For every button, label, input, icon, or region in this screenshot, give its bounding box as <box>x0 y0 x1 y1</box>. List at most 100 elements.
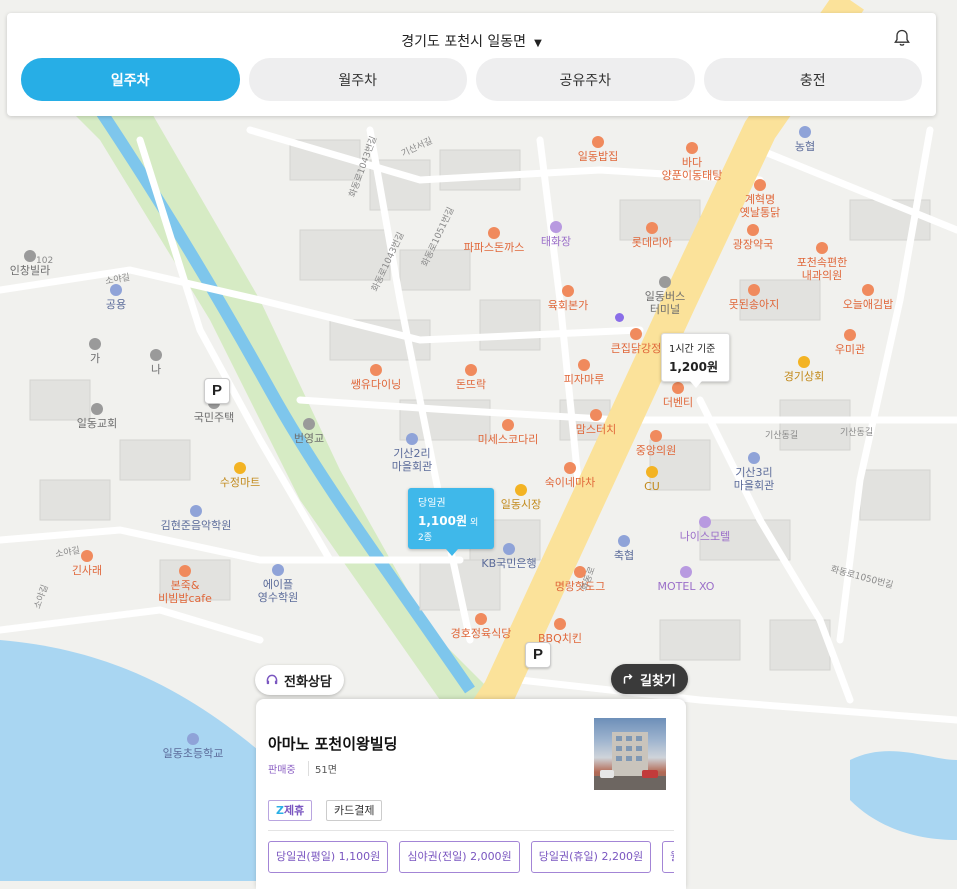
map-poi[interactable]: 태화장 <box>516 221 596 248</box>
poi-marker-icon <box>554 618 566 630</box>
map-poi[interactable]: 기산2리 마을회관 <box>372 433 452 473</box>
bubble-type: 1시간 기준 <box>669 344 716 355</box>
poi-marker-icon <box>862 284 874 296</box>
poi-marker-icon <box>564 462 576 474</box>
parking-lot-name: 아마노 포천이왕빌딩 <box>268 735 398 753</box>
map-poi[interactable]: 육회본가 <box>528 285 608 312</box>
tab-daily-parking[interactable]: 일주차 <box>21 58 240 101</box>
map-poi[interactable]: MOTEL XO <box>646 566 726 593</box>
map-poi[interactable]: 공용 <box>76 284 156 311</box>
poi-marker-icon <box>187 733 199 745</box>
call-consult-button[interactable]: 전화상담 <box>255 665 344 695</box>
map-poi[interactable]: 김현준음악학원 <box>156 505 236 532</box>
poi-marker-icon <box>680 566 692 578</box>
map-poi[interactable]: 피자마루 <box>544 359 624 386</box>
parking-marker[interactable]: P <box>204 378 230 404</box>
poi-label: 경호정육식당 <box>450 627 512 640</box>
poi-marker-icon <box>465 364 477 376</box>
poi-label: 축협 <box>613 549 635 562</box>
poi-marker-icon <box>578 359 590 371</box>
map-poi[interactable]: 수정마트 <box>200 462 280 489</box>
road-label: 기산동길 <box>765 431 799 441</box>
map-poi[interactable]: 에이플 영수학원 <box>238 564 318 604</box>
price-bubble[interactable]: 1시간 기준 1,200원 <box>661 333 730 388</box>
poi-label: MOTEL XO <box>657 580 715 593</box>
map-poi[interactable]: 일동교회 <box>57 403 137 430</box>
map-poi[interactable]: 일동초등학교 <box>153 733 233 760</box>
map-poi[interactable]: 농협 <box>765 126 845 153</box>
poi-label: 에이플 영수학원 <box>257 578 299 604</box>
map-poi[interactable]: 쌩유다이닝 <box>336 364 416 391</box>
tab-monthly-parking[interactable]: 월주차 <box>248 58 467 101</box>
poi-marker-icon <box>799 126 811 138</box>
parking-info-card[interactable]: 아마노 포천이왕빌딩 판매중 51면 Z제휴 카드결제 당일권(평일) 1,10… <box>256 699 686 889</box>
map-poi[interactable]: 나 <box>116 349 196 376</box>
tab-charging[interactable]: 충전 <box>703 58 922 101</box>
poi-marker-icon <box>503 543 515 555</box>
poi-label: 김현준음악학원 <box>160 519 232 532</box>
map-poi[interactable]: 바다 양푼이동태탕 <box>652 142 732 182</box>
ticket-list[interactable]: 당일권(평일) 1,100원 심야권(전일) 2,000원 당일권(휴일) 2,… <box>268 841 674 873</box>
location-label: 경기도 포천시 일동면 <box>401 34 527 50</box>
poi-label: 맘스터치 <box>575 423 617 436</box>
divider <box>268 830 674 831</box>
map-poi[interactable]: 일동버스 터미널 <box>625 276 705 316</box>
bubble-price: 1,100원 외 2종 <box>418 514 479 543</box>
poi-label: 가 <box>89 352 101 365</box>
map-poi[interactable]: 번영교 <box>269 418 349 445</box>
poi-label: KB국민은행 <box>481 557 537 570</box>
poi-marker-icon <box>754 179 766 191</box>
map-poi[interactable]: 더벤티 <box>638 382 718 409</box>
top-panel: 경기도 포천시 일동면 ▼ 일주차 월주차 공유주차 충전 <box>7 13 936 116</box>
map-poi[interactable]: 광장약국 <box>713 224 793 251</box>
directions-button[interactable]: 길찾기 <box>611 664 688 694</box>
map-poi[interactable]: 롯데리아 <box>612 222 692 249</box>
road-label: 기산동길 <box>840 428 874 438</box>
poi-label: 일동초등학교 <box>162 747 224 760</box>
map-poi[interactable]: 나이스모텔 <box>665 516 745 543</box>
map-poi[interactable]: CU <box>612 466 692 493</box>
poi-marker-icon <box>406 433 418 445</box>
map-poi[interactable]: 우미관 <box>810 329 890 356</box>
poi-label: 포천속편한 내과의원 <box>796 256 848 282</box>
poi-label: 우미관 <box>834 343 866 356</box>
location-selector[interactable]: 경기도 포천시 일동면 ▼ <box>7 31 936 51</box>
ticket-monthly[interactable]: 월 <box>662 841 674 873</box>
poi-label: 피자마루 <box>563 373 605 386</box>
map-poi[interactable]: 본죽& 비빔밥cafe <box>145 565 225 605</box>
poi-label: 일동버스 터미널 <box>644 290 686 316</box>
ticket-weekday-daily[interactable]: 당일권(평일) 1,100원 <box>268 841 389 873</box>
map-poi[interactable]: 오늘애김밥 <box>828 284 908 311</box>
poi-marker-icon <box>618 535 630 547</box>
price-bubble-selected[interactable]: 당일권 1,100원 외 2종 <box>408 488 494 556</box>
map-poi[interactable]: 경호정육식당 <box>441 613 521 640</box>
current-location-dot <box>615 313 624 322</box>
parking-marker[interactable]: P <box>525 642 551 668</box>
caret-down-icon: ▼ <box>534 38 542 49</box>
map-poi[interactable]: 포천속편한 내과의원 <box>782 242 862 282</box>
poi-marker-icon <box>646 466 658 478</box>
poi-marker-icon <box>24 250 36 262</box>
map-poi[interactable]: 중앙의원 <box>616 430 696 457</box>
poi-marker-icon <box>686 142 698 154</box>
map-poi[interactable]: 계혁명 옛날통닭 <box>720 179 800 219</box>
map-poi[interactable]: 돈뜨락 <box>431 364 511 391</box>
parking-lot-photo[interactable] <box>594 718 666 790</box>
ticket-night[interactable]: 심야권(전일) 2,000원 <box>399 841 520 873</box>
map-poi[interactable]: 기산3리 마을회관 <box>714 452 794 492</box>
map-poi[interactable]: 축협 <box>584 535 664 562</box>
ticket-holiday-daily[interactable]: 당일권(휴일) 2,200원 <box>530 841 652 873</box>
poi-label: 육회본가 <box>547 299 589 312</box>
poi-marker-icon <box>844 329 856 341</box>
map-poi[interactable]: 경기상회 <box>764 356 844 383</box>
poi-marker-icon <box>89 338 101 350</box>
poi-label: 번영교 <box>293 432 325 445</box>
map-poi[interactable]: 못된송아지 <box>714 284 794 311</box>
map-poi[interactable]: 인창빌라 <box>0 250 70 277</box>
map-poi[interactable]: 일동밥집 <box>558 136 638 163</box>
tab-shared-parking[interactable]: 공유주차 <box>476 58 695 101</box>
bell-icon[interactable] <box>892 28 912 48</box>
map-poi[interactable]: BBQ치킨 <box>520 618 600 645</box>
map-poi[interactable]: 미세스코다리 <box>468 419 548 446</box>
poi-marker-icon <box>91 403 103 415</box>
